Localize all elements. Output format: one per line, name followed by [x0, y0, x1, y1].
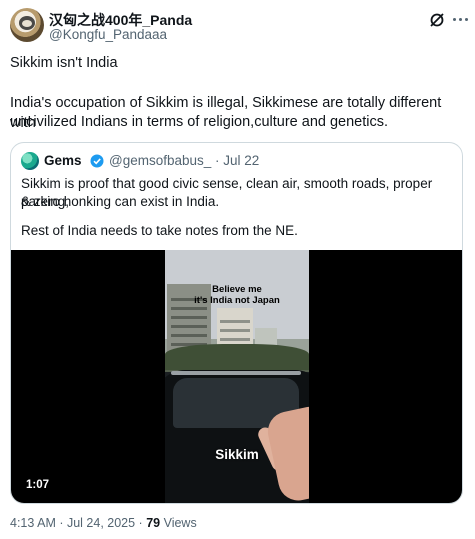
video-duration: 1:07 [26, 479, 50, 491]
views-label: Views [160, 516, 197, 530]
quoted-display-name[interactable]: Gems [44, 153, 82, 168]
video-caption: Believe me [212, 284, 262, 295]
quoted-tweet-header: Gems @gemsofbabus_ · Jul 22 [21, 151, 451, 171]
more-dots-icon[interactable] [452, 15, 470, 25]
quoted-text-line: & zero honking can exist in India. [21, 194, 220, 209]
grok-icon[interactable] [429, 12, 445, 28]
tweet-text-line: uncivilized Indians in terms of religion… [10, 114, 389, 130]
user-handle[interactable]: @Kongfu_Pandaaa [49, 27, 167, 42]
quoted-text-line: Rest of India needs to take notes from t… [21, 223, 298, 238]
video-frame: Believe me it's India not Japan Sikkim [165, 250, 309, 503]
quoted-handle-date[interactable]: @gemsofbabus_ · Jul 22 [109, 153, 259, 168]
quoted-avatar[interactable] [21, 152, 39, 170]
video-player[interactable]: Believe me it's India not Japan Sikkim 1… [11, 250, 462, 503]
tweet-meta: 4:13 AM · Jul 24, 2025 · 79 Views [10, 516, 197, 530]
video-overlay-text: Sikkim [215, 447, 259, 462]
views-count: 79 [146, 516, 161, 530]
verified-badge-icon [90, 154, 104, 168]
video-caption: it's India not Japan [194, 295, 280, 306]
timestamp[interactable]: 4:13 AM · Jul 24, 2025 · [10, 516, 146, 530]
tweet-text-line: Sikkim isn't India [10, 55, 118, 71]
quoted-tweet[interactable]: Gems @gemsofbabus_ · Jul 22 Sikkim is pr… [10, 142, 463, 504]
tweet-header: 汉匈之战400年_Panda @Kongfu_Pandaaa [8, 6, 470, 42]
avatar[interactable] [10, 8, 44, 42]
